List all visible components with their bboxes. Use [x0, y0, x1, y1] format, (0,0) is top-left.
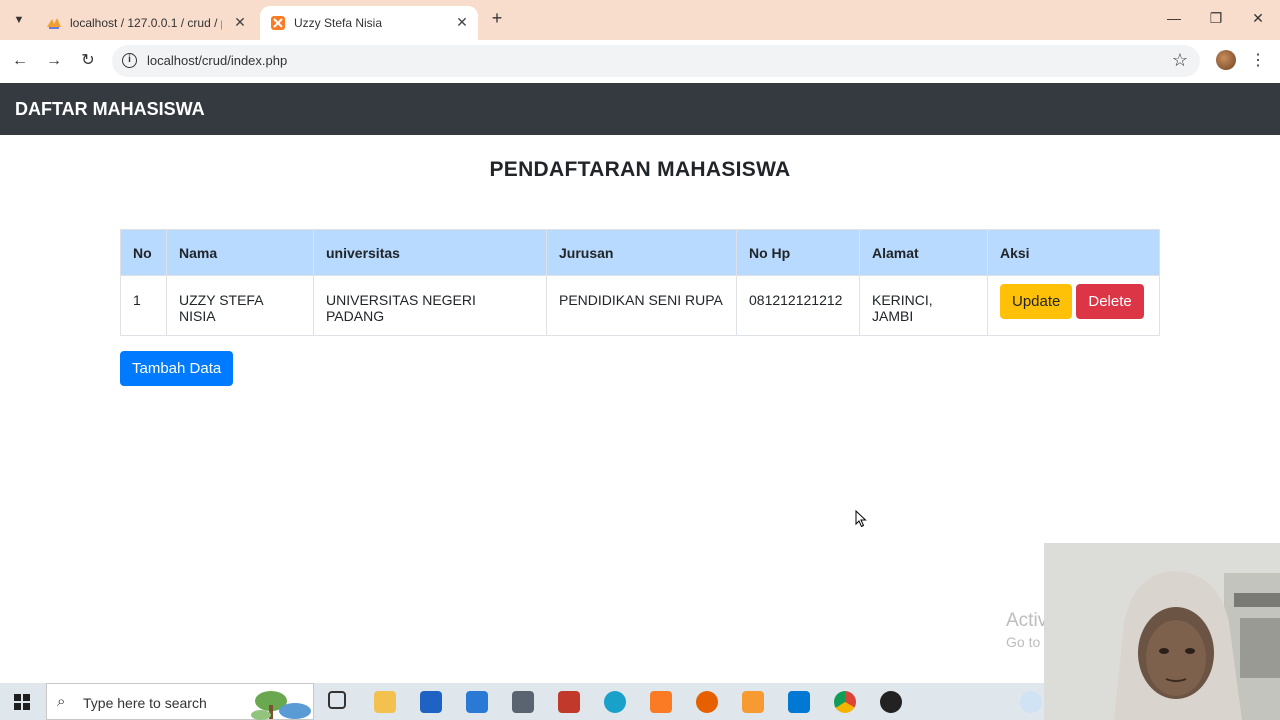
column-header-aksi: Aksi [987, 229, 1160, 276]
tab-title: localhost / 127.0.0.1 / crud / pe [70, 16, 222, 30]
delete-button[interactable]: Delete [1076, 284, 1144, 319]
vscode-icon[interactable] [788, 691, 810, 713]
search-icon: ⌕ [57, 693, 66, 710]
task-view-icon[interactable] [328, 691, 346, 709]
store-icon[interactable] [420, 691, 442, 713]
taskbar-search-input[interactable]: ⌕ Type here to search [46, 683, 314, 720]
camera-icon[interactable] [512, 691, 534, 713]
browser-toolbar: ← → ↻ i localhost/crud/index.php ☆ ⋮ [0, 40, 1280, 83]
column-header-alamat: Alamat [859, 229, 988, 276]
weather-icon[interactable] [1020, 691, 1042, 713]
phpmyadmin-icon [46, 15, 62, 31]
chrome-icon[interactable] [834, 691, 856, 713]
close-window-icon[interactable]: ✕ [1248, 10, 1268, 27]
spss-icon[interactable] [558, 691, 580, 713]
table-header-row: No Nama universitas Jurusan No Hp Alamat… [120, 229, 1160, 276]
column-header-universitas: universitas [313, 229, 547, 276]
watermark-line1: Activ [1006, 610, 1048, 631]
webcam-overlay [1044, 543, 1280, 720]
url-text[interactable]: localhost/crud/index.php [147, 53, 287, 68]
cell-nama: UZZY STEFA NISIA [166, 275, 314, 336]
windows-taskbar: ⌕ Type here to search [0, 683, 1044, 720]
restore-icon[interactable]: ❐ [1206, 10, 1226, 27]
edge-icon[interactable] [604, 691, 626, 713]
activate-windows-watermark: Activ Go to [1006, 610, 1047, 650]
browser-menu-icon[interactable]: ⋮ [1250, 50, 1266, 70]
mail-icon[interactable] [466, 691, 488, 713]
cell-no: 1 [120, 275, 167, 336]
mouse-cursor-icon [855, 510, 867, 528]
search-placeholder: Type here to search [83, 695, 207, 711]
app-navbar: DAFTAR MAHASISWA [0, 83, 1280, 135]
page-title: PENDAFTARAN MAHASISWA [489, 158, 791, 181]
forward-icon[interactable]: → [43, 50, 65, 72]
cell-alamat: KERINCI, JAMBI [859, 275, 988, 336]
search-highlight-icon [251, 691, 311, 720]
bookmark-star-icon[interactable]: ☆ [1172, 50, 1188, 71]
close-tab-icon[interactable]: ✕ [232, 14, 248, 31]
cell-aksi: Update Delete [987, 275, 1160, 336]
column-header-nohp: No Hp [736, 229, 860, 276]
watermark-line2: Go to [1006, 634, 1041, 650]
minimize-icon[interactable]: — [1164, 10, 1184, 26]
tab-phpmyadmin[interactable]: localhost / 127.0.0.1 / crud / pe ✕ [36, 6, 256, 40]
reload-icon[interactable]: ↻ [77, 50, 99, 72]
student-table: No Nama universitas Jurusan No Hp Alamat… [120, 229, 1160, 336]
file-explorer-icon[interactable] [374, 691, 396, 713]
column-header-nama: Nama [166, 229, 314, 276]
tab-active-page[interactable]: Uzzy Stefa Nisia ✕ [260, 6, 478, 40]
column-header-no: No [120, 229, 167, 276]
navbar-brand[interactable]: DAFTAR MAHASISWA [15, 99, 205, 120]
update-button[interactable]: Update [1000, 284, 1073, 319]
obs-icon[interactable] [880, 691, 902, 713]
tab-search-icon[interactable]: ▼ [8, 9, 30, 31]
xampp-icon[interactable] [650, 691, 672, 713]
browser-tabstrip: ▼ localhost / 127.0.0.1 / crud / pe ✕ Uz… [0, 0, 1280, 40]
cell-jurusan: PENDIDIKAN SENI RUPA [546, 275, 737, 336]
new-tab-icon[interactable]: + [486, 8, 508, 29]
tab-title: Uzzy Stefa Nisia [294, 16, 383, 30]
cell-nohp: 081212121212 [736, 275, 860, 336]
firefox-icon[interactable] [696, 691, 718, 713]
xampp-icon [270, 15, 286, 31]
close-tab-icon[interactable]: ✕ [454, 14, 470, 31]
table-row: 1 UZZY STEFA NISIA UNIVERSITAS NEGERI PA… [120, 275, 1160, 336]
sublime-icon[interactable] [742, 691, 764, 713]
back-icon[interactable]: ← [9, 50, 31, 72]
profile-avatar-icon[interactable] [1216, 50, 1236, 70]
address-bar[interactable]: i localhost/crud/index.php ☆ [112, 45, 1200, 77]
column-header-jurusan: Jurusan [546, 229, 737, 276]
webcam-person-image [1044, 543, 1280, 720]
site-info-icon[interactable]: i [122, 53, 137, 68]
cell-universitas: UNIVERSITAS NEGERI PADANG [313, 275, 547, 336]
windows-start-icon[interactable] [14, 694, 30, 710]
add-data-button[interactable]: Tambah Data [120, 351, 234, 386]
